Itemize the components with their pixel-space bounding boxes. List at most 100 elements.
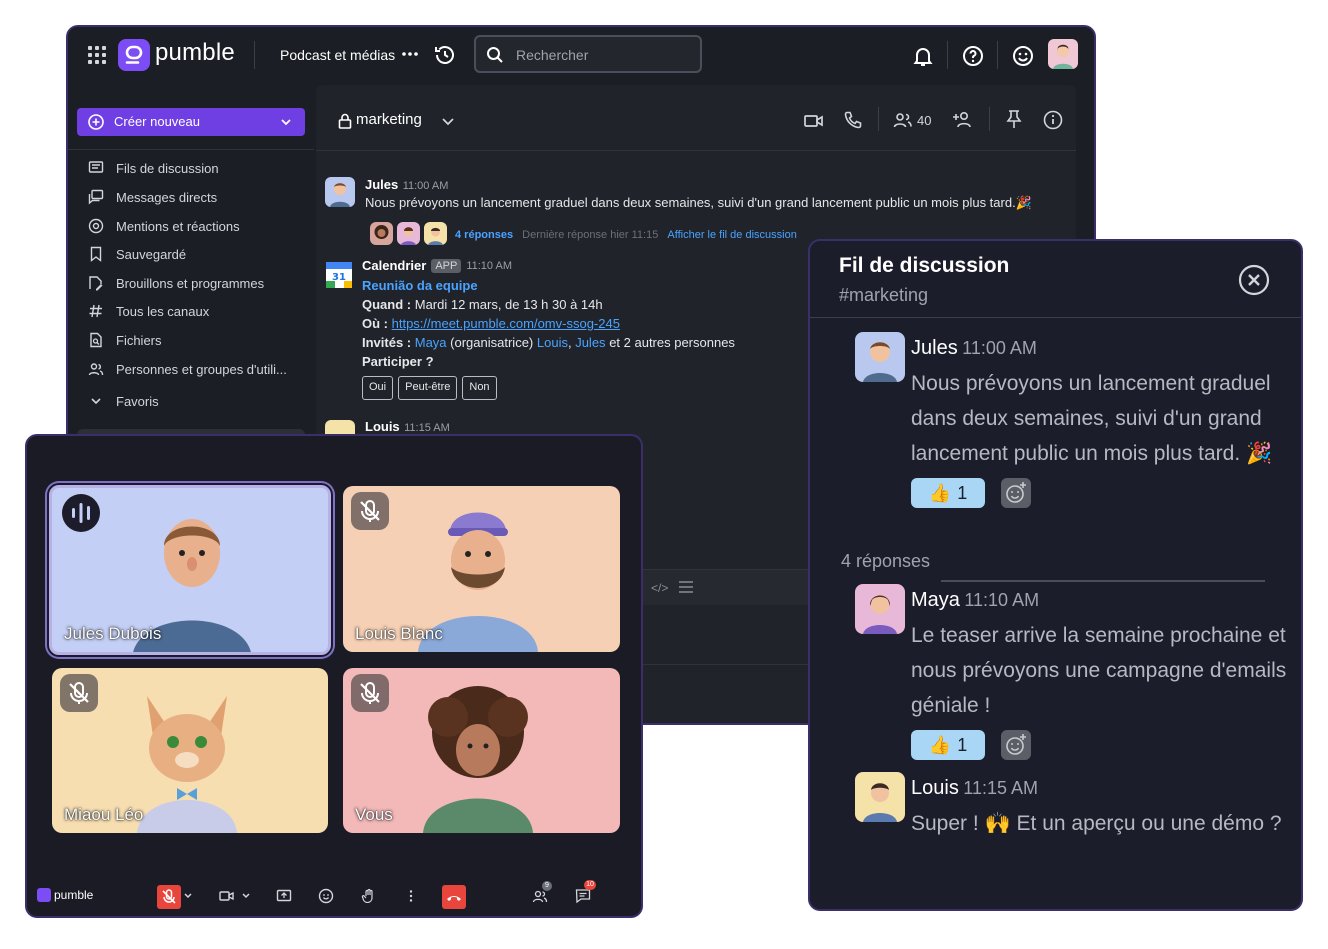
thread-title: Fil de discussion bbox=[839, 254, 1010, 277]
event-guests: Invités : Maya (organisatrice) Louis, Ju… bbox=[362, 335, 735, 350]
rsvp-no-button[interactable]: Non bbox=[462, 376, 497, 400]
sidebar-item-mentions[interactable]: Mentions et réactions bbox=[88, 215, 240, 237]
top-bar: pumble Podcast et médias Rechercher bbox=[68, 27, 1094, 85]
sidebar-item-direct-messages[interactable]: Messages directs bbox=[88, 186, 217, 208]
sidebar-item-files[interactable]: Fichiers bbox=[88, 329, 162, 351]
add-reaction-icon[interactable] bbox=[1001, 478, 1031, 508]
replies-count-label: 4 réponses bbox=[841, 551, 931, 571]
plus-circle-icon bbox=[88, 114, 104, 130]
pin-icon[interactable] bbox=[1005, 109, 1023, 129]
participant-tile[interactable]: Miaou Léo bbox=[52, 668, 328, 833]
avatar[interactable] bbox=[855, 332, 905, 382]
avatar[interactable] bbox=[855, 584, 905, 634]
hang-up-icon bbox=[447, 896, 461, 901]
screen-share-icon[interactable] bbox=[276, 888, 292, 904]
message-line: Nous prévoyons un lancement graduel bbox=[911, 372, 1271, 395]
message-author[interactable]: Calendrier bbox=[362, 258, 426, 273]
sidebar-item-all-channels[interactable]: Tous les canaux bbox=[88, 300, 209, 322]
thread-channel[interactable]: #marketing bbox=[839, 285, 928, 306]
guest-link[interactable]: Louis bbox=[537, 335, 568, 350]
more-options-icon[interactable] bbox=[403, 888, 419, 904]
message-author[interactable]: Jules bbox=[911, 337, 958, 359]
speaking-indicator-icon bbox=[62, 494, 100, 532]
participant-tile[interactable]: Jules Dubois bbox=[49, 485, 331, 655]
user-avatar[interactable] bbox=[1048, 39, 1078, 69]
event-where: Où : https://meet.pumble.com/omv-ssog-24… bbox=[362, 316, 620, 331]
thread-summary: 4 réponses Dernière réponse hier 11:15 A… bbox=[455, 229, 797, 241]
hang-up-button[interactable] bbox=[442, 885, 466, 909]
notifications-bell-icon[interactable] bbox=[911, 44, 935, 68]
close-icon[interactable] bbox=[1238, 264, 1270, 296]
divider bbox=[68, 149, 314, 150]
chevron-down-icon[interactable] bbox=[183, 891, 193, 901]
people-icon bbox=[88, 363, 104, 376]
at-icon bbox=[88, 218, 104, 234]
message-author[interactable]: Maya bbox=[911, 589, 960, 611]
sidebar-item-people[interactable]: Personnes et groupes d'utili... bbox=[88, 358, 287, 380]
message-time: 11:15 AM bbox=[963, 778, 1038, 798]
participants-icon[interactable]: 9 bbox=[531, 881, 552, 905]
rsvp-yes-button[interactable]: Oui bbox=[362, 376, 394, 400]
raise-hand-icon[interactable] bbox=[361, 888, 377, 904]
channel-title[interactable]: marketing bbox=[356, 111, 422, 128]
participant-tile[interactable]: Vous bbox=[343, 668, 620, 833]
code-icon[interactable]: </> bbox=[651, 581, 668, 595]
message-line: nous prévoyons une campagne d'emails bbox=[911, 659, 1287, 682]
search-input[interactable]: Rechercher bbox=[474, 35, 702, 73]
rsvp-maybe-button[interactable]: Peut-être bbox=[398, 376, 458, 400]
participant-name: Miaou Léo bbox=[64, 805, 144, 824]
message-author[interactable]: Louis bbox=[911, 777, 959, 799]
chat-icon[interactable]: 10 bbox=[574, 880, 596, 905]
create-new-button[interactable]: Créer nouveau bbox=[77, 108, 305, 136]
avatar[interactable] bbox=[325, 177, 355, 207]
history-icon[interactable] bbox=[433, 43, 457, 67]
info-icon[interactable] bbox=[1043, 110, 1063, 130]
reaction-thumbs-up[interactable]: 👍 1 bbox=[911, 478, 985, 508]
video-call-icon[interactable] bbox=[803, 111, 825, 131]
phone-icon[interactable] bbox=[843, 110, 863, 130]
guest-link[interactable]: Maya bbox=[415, 335, 447, 350]
avatar bbox=[370, 222, 393, 245]
reaction-thumbs-up[interactable]: 👍 1 bbox=[911, 730, 985, 760]
app-grid-icon[interactable] bbox=[88, 46, 106, 64]
more-icon[interactable] bbox=[401, 45, 419, 63]
mute-toggle-button[interactable] bbox=[157, 885, 181, 909]
sidebar-item-threads[interactable]: Fils de discussion bbox=[88, 157, 219, 179]
reply-count-link[interactable]: 4 réponses bbox=[455, 229, 513, 241]
threads-icon bbox=[88, 161, 104, 173]
message-author[interactable]: Jules bbox=[365, 177, 398, 192]
code-block-icon[interactable] bbox=[677, 579, 695, 595]
thread-message-header: Maya 11:10 AM bbox=[911, 589, 1039, 612]
reaction-count: 1 bbox=[957, 734, 968, 755]
member-count: 40 bbox=[917, 112, 932, 128]
chevron-down-icon[interactable] bbox=[241, 891, 251, 901]
sidebar-item-saved[interactable]: Sauvegardé bbox=[88, 243, 186, 265]
app-badge: APP bbox=[431, 258, 462, 273]
reaction-emoji: 👍 bbox=[928, 734, 952, 755]
event-title-link[interactable]: Reunião da equipe bbox=[362, 278, 478, 293]
help-icon[interactable] bbox=[961, 44, 985, 68]
sidebar-item-drafts[interactable]: Brouillons et programmes bbox=[88, 272, 264, 294]
participant-tile[interactable]: Louis Blanc bbox=[343, 486, 620, 652]
pumble-logo-icon bbox=[118, 39, 150, 71]
guest-link[interactable]: Jules bbox=[575, 335, 605, 350]
avatar[interactable] bbox=[855, 772, 905, 822]
lock-icon bbox=[338, 113, 352, 129]
meeting-link[interactable]: https://meet.pumble.com/omv-ssog-245 bbox=[392, 316, 620, 331]
view-thread-link[interactable]: Afficher le fil de discussion bbox=[667, 229, 796, 241]
members-button[interactable]: 40 bbox=[893, 111, 931, 129]
message-author[interactable]: Louis bbox=[365, 419, 400, 434]
bookmark-icon bbox=[90, 246, 102, 262]
add-member-icon[interactable] bbox=[952, 110, 974, 130]
emoji-reaction-icon[interactable] bbox=[318, 888, 334, 904]
favorites-section[interactable]: Favoris bbox=[88, 390, 159, 412]
camera-icon[interactable] bbox=[219, 888, 235, 904]
add-reaction-icon[interactable] bbox=[1001, 730, 1031, 760]
workspace-name[interactable]: Podcast et médias bbox=[280, 47, 395, 63]
thread-message-header: Jules 11:00 AM bbox=[911, 337, 1037, 360]
avatar bbox=[424, 222, 447, 245]
status-smiley-icon[interactable] bbox=[1011, 44, 1035, 68]
svg-text:31: 31 bbox=[332, 272, 346, 283]
channel-header: marketing 40 bbox=[316, 85, 1076, 151]
chevron-down-icon[interactable] bbox=[441, 114, 455, 128]
